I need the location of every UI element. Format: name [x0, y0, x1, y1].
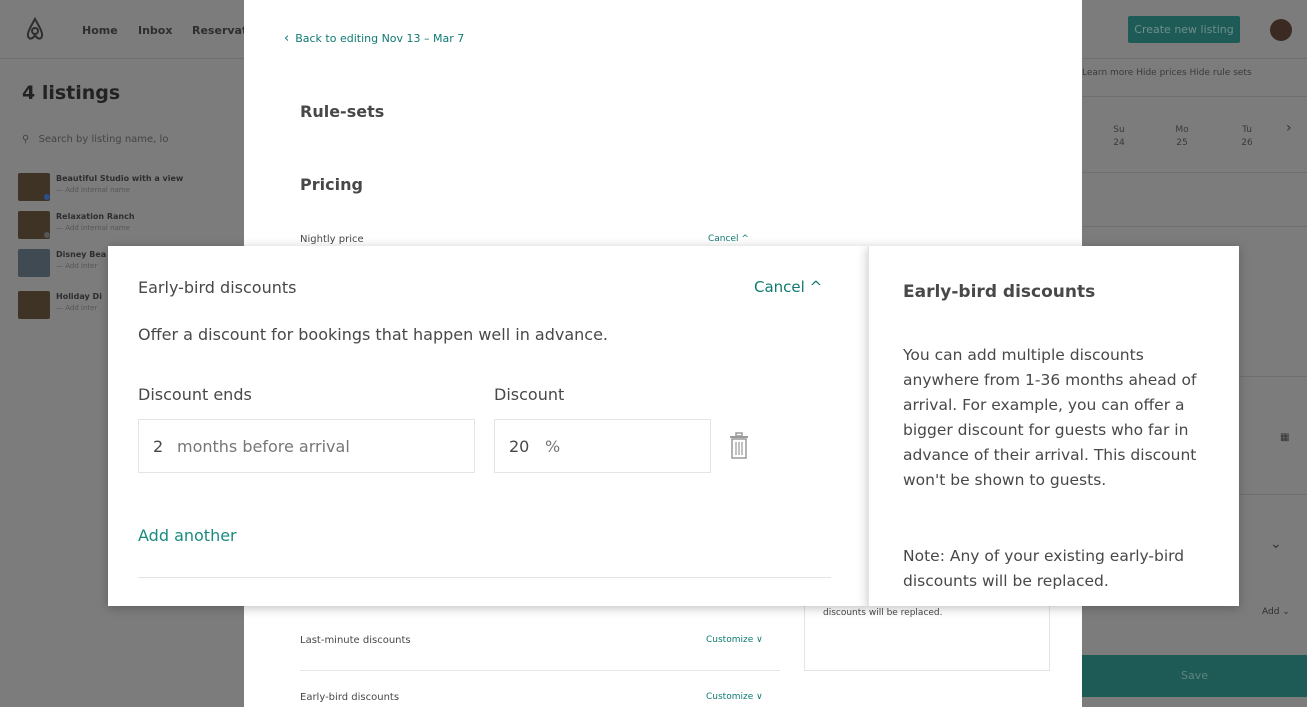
back-to-editing-link[interactable]: ‹ Back to editing Nov 13 – Mar 7	[284, 31, 464, 46]
early-bird-discounts-label: Early-bird discounts	[300, 692, 400, 703]
listing-thumbnail	[18, 291, 50, 319]
add-label: Add	[1262, 607, 1280, 617]
early-bird-customize-link[interactable]: Customize ∨	[706, 692, 763, 702]
search-placeholder: Search by listing name, lo	[38, 134, 169, 145]
divider	[300, 670, 780, 671]
divider	[1082, 172, 1307, 173]
add-another-link[interactable]: Add another	[138, 526, 237, 545]
pricing-heading: Pricing	[300, 175, 363, 194]
nightly-price-label: Nightly price	[300, 234, 364, 245]
rule-sets-heading: Rule-sets	[300, 102, 385, 121]
calendar-date: 24	[1113, 138, 1125, 148]
early-bird-help-panel: Early-bird discounts You can add multipl…	[868, 246, 1239, 606]
listing-item[interactable]: Relaxation Ranch — Add internal name	[18, 208, 240, 246]
nav-reservations[interactable]: Reservat	[192, 24, 247, 37]
listing-name: Relaxation Ranch	[56, 212, 135, 221]
listing-name: Holiday Di	[56, 292, 102, 301]
nav-home[interactable]: Home	[82, 24, 118, 37]
listing-internal-name: — Add inter	[56, 304, 98, 312]
calendar-date: 26	[1241, 138, 1253, 148]
divider	[1082, 226, 1307, 227]
listing-internal-name: — Add inter	[56, 262, 98, 270]
calendar-date: 25	[1176, 138, 1188, 148]
help-title: Early-bird discounts	[903, 282, 1096, 302]
calendar-day-name: Mo	[1175, 125, 1189, 135]
panel-title: Early-bird discounts	[138, 278, 297, 297]
last-minute-customize-link[interactable]: Customize ∨	[706, 635, 763, 645]
listings-title: 4 listings	[22, 82, 121, 104]
early-bird-editor-panel: Early-bird discounts Cancel ^ Offer a di…	[108, 246, 868, 606]
listing-name: Beautiful Studio with a view	[56, 174, 184, 183]
search-icon: ⚲	[22, 134, 30, 145]
create-listing-button[interactable]: Create new listing	[1128, 16, 1240, 43]
calendar-day: Mo 25	[1167, 124, 1197, 150]
chevron-down-icon[interactable]: ⌄	[1270, 536, 1282, 552]
chevron-right-icon[interactable]: ›	[1286, 120, 1292, 136]
listing-item[interactable]: Beautiful Studio with a view — Add inter…	[18, 170, 240, 208]
discount-value[interactable]: 20	[509, 437, 529, 456]
listing-search-input[interactable]: ⚲ Search by listing name, lo	[22, 134, 168, 145]
save-button[interactable]: Save	[1082, 655, 1307, 697]
help-body: You can add multiple discounts anywhere …	[903, 346, 1197, 489]
discount-label: Discount	[494, 385, 565, 404]
discount-ends-field[interactable]: 2 months before arrival	[138, 419, 475, 473]
discount-percent-suffix: %	[545, 437, 561, 456]
nightly-price-cancel-link[interactable]: Cancel ^	[708, 234, 749, 244]
divider	[1082, 96, 1307, 97]
calendar-day: Su 24	[1104, 124, 1134, 150]
nav-inbox[interactable]: Inbox	[138, 24, 172, 37]
status-dot	[44, 194, 50, 200]
calendar-options[interactable]: Learn more Hide prices Hide rule sets	[1082, 68, 1252, 78]
side-note-box: discounts will be replaced.	[804, 600, 1050, 671]
listing-internal-name: — Add internal name	[56, 186, 130, 194]
last-minute-discounts-label: Last-minute discounts	[300, 635, 411, 646]
listing-thumbnail	[18, 249, 50, 277]
discount-ends-label: Discount ends	[138, 385, 252, 404]
listing-internal-name: — Add internal name	[56, 224, 130, 232]
avatar[interactable]	[1270, 19, 1292, 41]
calendar-day-name: Tu	[1242, 125, 1252, 135]
calendar-icon[interactable]: ▦	[1280, 432, 1289, 443]
side-note-text: discounts will be replaced.	[823, 608, 943, 618]
chevron-left-icon: ‹	[284, 31, 290, 46]
discount-field[interactable]: 20 %	[494, 419, 711, 473]
divider	[138, 577, 831, 578]
trash-icon[interactable]	[728, 432, 750, 460]
calendar-day-name: Su	[1113, 125, 1125, 135]
airbnb-logo-icon	[26, 16, 44, 40]
discount-ends-value[interactable]: 2	[153, 437, 163, 456]
cancel-button[interactable]: Cancel ^	[754, 278, 822, 296]
add-link[interactable]: Add ⌄	[1262, 607, 1290, 617]
panel-description: Offer a discount for bookings that happe…	[138, 325, 609, 344]
listing-name: Disney Bea	[56, 250, 107, 259]
back-link-label: Back to editing Nov 13 – Mar 7	[295, 32, 465, 45]
calendar-day: Tu 26	[1232, 124, 1262, 150]
help-note: Note: Any of your existing early-bird di…	[903, 547, 1185, 590]
discount-ends-suffix: months before arrival	[177, 437, 350, 456]
status-dot	[44, 232, 50, 238]
